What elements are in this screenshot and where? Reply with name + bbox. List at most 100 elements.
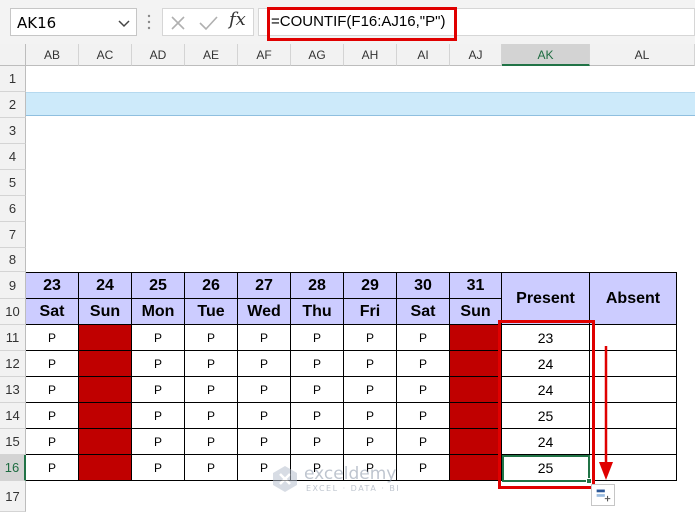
drag-handle-icon[interactable] [146, 12, 152, 32]
attendance-cell[interactable]: P [397, 325, 450, 351]
chevron-down-icon[interactable] [118, 17, 130, 29]
column-header-af[interactable]: AF [238, 44, 291, 66]
attendance-cell[interactable]: P [238, 429, 291, 455]
column-header-ab[interactable]: AB [26, 44, 79, 66]
attendance-cell[interactable]: P [26, 377, 79, 403]
active-cell-selection[interactable] [502, 455, 590, 482]
attendance-cell[interactable]: P [132, 325, 185, 351]
row-header-1[interactable]: 1 [0, 66, 26, 92]
column-header-ac[interactable]: AC [79, 44, 132, 66]
attendance-cell[interactable]: P [185, 403, 238, 429]
formula-buttons: fx [162, 8, 254, 36]
row-header-15[interactable]: 15 [0, 429, 26, 455]
weekend-cell[interactable] [450, 351, 502, 377]
attendance-cell[interactable]: P [26, 403, 79, 429]
attendance-cell[interactable]: P [238, 403, 291, 429]
weekend-cell[interactable] [79, 325, 132, 351]
weekend-cell[interactable] [79, 429, 132, 455]
weekend-cell[interactable] [450, 325, 502, 351]
attendance-cell[interactable]: P [26, 455, 79, 481]
day-number-header: 30 [397, 273, 450, 299]
attendance-cell[interactable]: P [26, 325, 79, 351]
weekend-cell[interactable] [450, 377, 502, 403]
column-header-aj[interactable]: AJ [450, 44, 502, 66]
row-header-12[interactable]: 12 [0, 351, 26, 377]
weekend-cell[interactable] [79, 351, 132, 377]
row-header-14[interactable]: 14 [0, 403, 26, 429]
attendance-cell[interactable]: P [132, 429, 185, 455]
attendance-cell[interactable]: P [344, 325, 397, 351]
row-header-16[interactable]: 16 [0, 455, 26, 481]
quick-analysis-icon[interactable] [591, 484, 615, 506]
weekend-cell[interactable] [79, 455, 132, 481]
column-header-ak[interactable]: AK [502, 44, 590, 66]
attendance-cell[interactable]: P [344, 403, 397, 429]
column-header-ai[interactable]: AI [397, 44, 450, 66]
attendance-cell[interactable]: P [185, 429, 238, 455]
cancel-icon[interactable] [167, 12, 189, 34]
row-header-6[interactable]: 6 [0, 196, 26, 222]
attendance-cell[interactable]: P [344, 351, 397, 377]
attendance-cell[interactable]: P [238, 325, 291, 351]
weekend-cell[interactable] [79, 377, 132, 403]
attendance-cell[interactable]: P [291, 351, 344, 377]
row-header-17[interactable]: 17 [0, 481, 26, 512]
attendance-cell[interactable]: P [397, 403, 450, 429]
column-header-al[interactable]: AL [590, 44, 695, 66]
attendance-cell[interactable]: P [397, 377, 450, 403]
watermark: exceldemy EXCEL · DATA · BI [270, 462, 430, 498]
attendance-cell[interactable]: P [238, 351, 291, 377]
weekend-cell[interactable] [450, 403, 502, 429]
row-header-2[interactable]: 2 [0, 92, 26, 118]
weekend-cell[interactable] [450, 429, 502, 455]
attendance-cell[interactable]: P [238, 377, 291, 403]
row-header-4[interactable]: 4 [0, 144, 26, 170]
column-header-ae[interactable]: AE [185, 44, 238, 66]
title-banner-row [26, 92, 695, 116]
weekday-header: Wed [238, 299, 291, 325]
confirm-check-icon[interactable] [197, 12, 219, 34]
column-header-ag[interactable]: AG [291, 44, 344, 66]
name-box[interactable]: AK16 [10, 8, 137, 36]
weekday-header: Fri [344, 299, 397, 325]
attendance-cell[interactable]: P [185, 455, 238, 481]
row-header-9[interactable]: 9 [0, 272, 26, 299]
column-header-ad[interactable]: AD [132, 44, 185, 66]
watermark-tagline: EXCEL · DATA · BI [306, 484, 401, 493]
attendance-cell[interactable]: P [291, 403, 344, 429]
attendance-cell[interactable]: P [291, 429, 344, 455]
day-number-header: 25 [132, 273, 185, 299]
day-number-header: 24 [79, 273, 132, 299]
insert-function-icon[interactable]: fx [229, 9, 246, 30]
attendance-cell[interactable]: P [344, 377, 397, 403]
exceldemy-logo-icon [273, 466, 297, 492]
weekday-header: Mon [132, 299, 185, 325]
formula-highlight-box [267, 7, 457, 41]
weekend-cell[interactable] [79, 403, 132, 429]
attendance-cell[interactable]: P [132, 455, 185, 481]
row-header-5[interactable]: 5 [0, 170, 26, 196]
weekend-cell[interactable] [450, 455, 502, 481]
row-header-7[interactable]: 7 [0, 222, 26, 248]
select-all-corner[interactable] [0, 44, 26, 66]
row-header-13[interactable]: 13 [0, 377, 26, 403]
attendance-cell[interactable]: P [185, 351, 238, 377]
weekday-header: Sat [26, 299, 79, 325]
row-header-10[interactable]: 10 [0, 299, 26, 325]
attendance-cell[interactable]: P [132, 351, 185, 377]
attendance-cell[interactable]: P [291, 325, 344, 351]
column-header-ah[interactable]: AH [344, 44, 397, 66]
attendance-cell[interactable]: P [132, 377, 185, 403]
attendance-cell[interactable]: P [26, 429, 79, 455]
attendance-cell[interactable]: P [185, 325, 238, 351]
attendance-cell[interactable]: P [397, 351, 450, 377]
attendance-cell[interactable]: P [397, 429, 450, 455]
attendance-cell[interactable]: P [26, 351, 79, 377]
attendance-cell[interactable]: P [344, 429, 397, 455]
row-header-8[interactable]: 8 [0, 248, 26, 272]
row-header-11[interactable]: 11 [0, 325, 26, 351]
attendance-cell[interactable]: P [185, 377, 238, 403]
attendance-cell[interactable]: P [132, 403, 185, 429]
attendance-cell[interactable]: P [291, 377, 344, 403]
row-header-3[interactable]: 3 [0, 118, 26, 144]
